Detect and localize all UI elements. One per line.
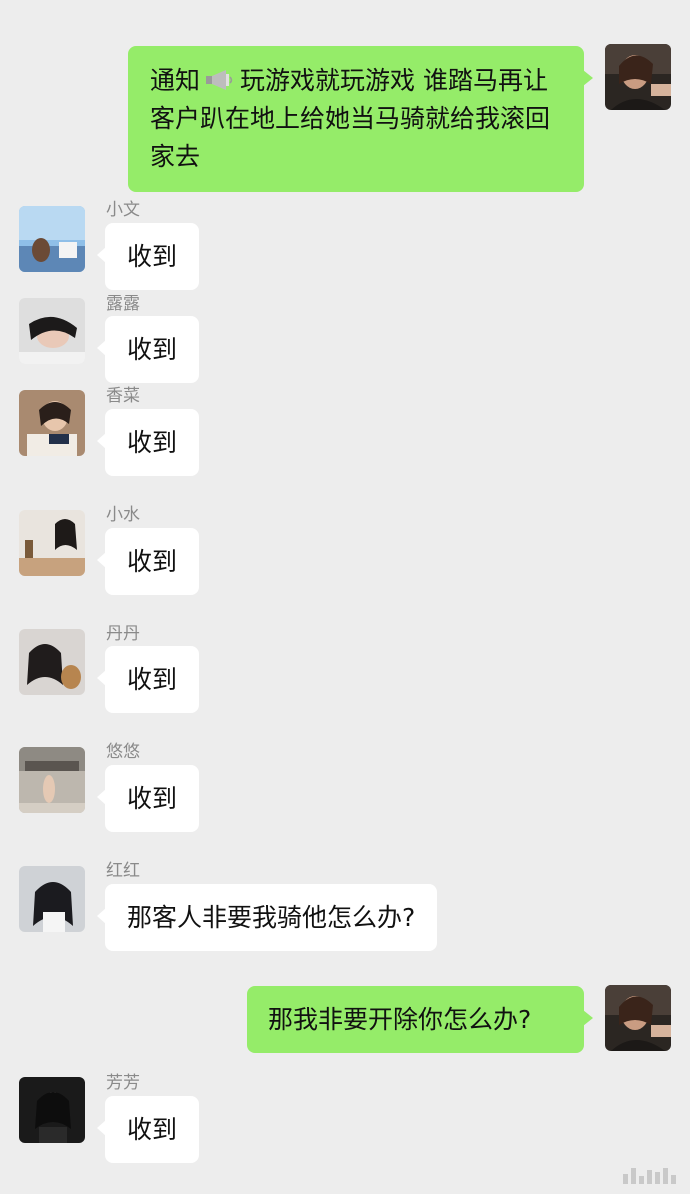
sender-avatar[interactable] (19, 629, 85, 695)
sender-name: 丹丹 (106, 624, 140, 644)
incoming-message-bubble[interactable]: 收到 (96, 528, 200, 595)
sender-avatar[interactable] (19, 866, 85, 932)
megaphone-icon (204, 68, 234, 92)
sender-name: 露露 (106, 294, 140, 314)
message-text: 那客人非要我骑他怎么办? (127, 903, 416, 932)
incoming-message-bubble[interactable]: 收到 (96, 223, 200, 290)
self-avatar[interactable] (605, 985, 671, 1051)
sender-avatar[interactable] (19, 747, 85, 813)
incoming-message-bubble[interactable]: 收到 (96, 1096, 200, 1163)
watermark-logo (623, 1168, 676, 1184)
sender-name: 芳芳 (106, 1073, 140, 1093)
self-avatar[interactable] (605, 44, 671, 110)
incoming-message-bubble[interactable]: 收到 (96, 646, 200, 713)
message-text: 收到 (127, 784, 178, 813)
message-text: 收到 (127, 242, 178, 271)
sender-name: 小文 (106, 200, 140, 220)
message-text: 那我非要开除你怎么办? (268, 1005, 532, 1034)
sender-avatar[interactable] (19, 206, 85, 272)
message-text: 收到 (127, 547, 178, 576)
message-text: 收到 (127, 428, 178, 457)
message-text: 收到 (127, 1115, 178, 1144)
sender-name: 悠悠 (106, 742, 140, 762)
sender-name: 小水 (106, 505, 140, 525)
sender-name: 红红 (106, 861, 140, 881)
incoming-message-bubble[interactable]: 那客人非要我骑他怎么办? (96, 884, 438, 951)
incoming-message-bubble[interactable]: 收到 (96, 409, 200, 476)
incoming-message-bubble[interactable]: 收到 (96, 316, 200, 383)
sender-avatar[interactable] (19, 298, 85, 364)
sender-avatar[interactable] (19, 390, 85, 456)
sender-name: 香菜 (106, 386, 140, 406)
message-text: 收到 (127, 665, 178, 694)
message-text: 通知 (150, 66, 201, 95)
sender-avatar[interactable] (19, 1077, 85, 1143)
incoming-message-bubble[interactable]: 收到 (96, 765, 200, 832)
outgoing-message-bubble[interactable]: 通知 玩游戏就玩游戏 谁踏马再让客户趴在地上给她当马骑就给我滚回家去 (128, 46, 593, 192)
outgoing-message-bubble[interactable]: 那我非要开除你怎么办? (247, 986, 593, 1053)
message-text: 收到 (127, 335, 178, 364)
sender-avatar[interactable] (19, 510, 85, 576)
